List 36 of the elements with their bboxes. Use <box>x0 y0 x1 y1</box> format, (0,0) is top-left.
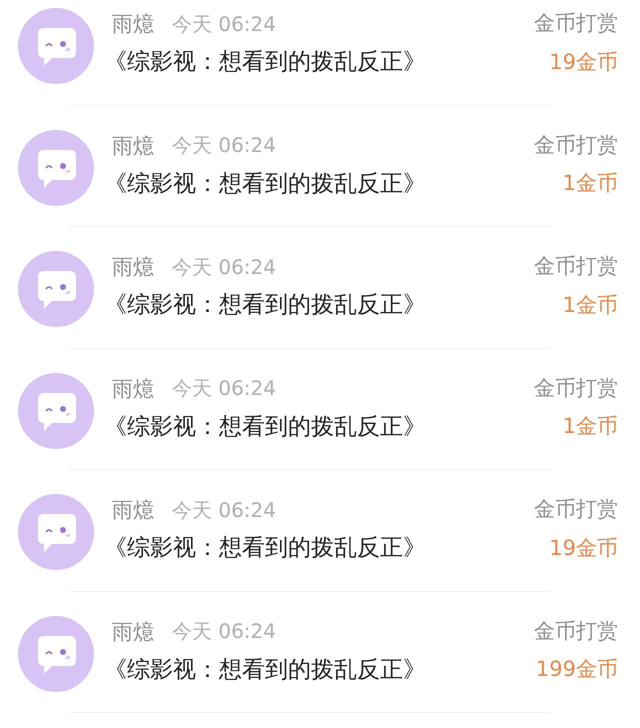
avatar-icon <box>18 494 94 570</box>
timestamp: 今天 06:24 <box>172 254 276 280</box>
user-name: 雨燱 <box>112 376 154 402</box>
reward-type: 金币打赏 <box>534 253 618 280</box>
reward-type: 金币打赏 <box>534 496 618 523</box>
work-title: 《综影视：想看到的拨乱反正》 <box>104 48 426 77</box>
coin-amount: 19金币 <box>549 534 618 562</box>
user-name: 雨燱 <box>112 132 154 160</box>
work-title: 《综影视：想看到的拨乱反正》 <box>104 412 426 442</box>
coin-amount: 19金币 <box>549 48 618 76</box>
timestamp: 今天 06:24 <box>172 375 276 402</box>
timestamp: 今天 06:24 <box>172 10 276 38</box>
user-name: 雨燱 <box>112 497 154 524</box>
user-name: 雨燱 <box>112 254 154 281</box>
timestamp: 今天 06:24 <box>172 132 276 159</box>
avatar-icon <box>18 616 94 692</box>
reward-type: 金币打赏 <box>534 10 618 37</box>
work-title: 《综影视：想看到的拨乱反正》 <box>104 656 426 684</box>
coin-amount: 1金币 <box>562 292 618 318</box>
avatar-icon <box>18 251 94 327</box>
work-title: 《综影视：想看到的拨乱反正》 <box>104 534 426 563</box>
reward-type: 金币打赏 <box>534 132 618 158</box>
coin-amount: 199金币 <box>536 656 618 683</box>
avatar-icon <box>18 130 94 206</box>
work-title: 《综影视：想看到的拨乱反正》 <box>104 291 426 320</box>
coin-amount: 1金币 <box>562 413 618 440</box>
timestamp: 今天 06:24 <box>172 618 276 645</box>
user-name: 雨燱 <box>112 11 154 38</box>
reward-type: 金币打赏 <box>534 374 618 402</box>
timestamp: 今天 06:24 <box>172 496 276 524</box>
avatar-icon <box>18 8 94 84</box>
user-name: 雨燱 <box>112 618 154 646</box>
coin-amount: 1金币 <box>562 170 618 197</box>
avatar-icon <box>18 372 94 448</box>
reward-type: 金币打赏 <box>534 618 618 644</box>
work-title: 《综影视：想看到的拨乱反正》 <box>104 170 426 198</box>
